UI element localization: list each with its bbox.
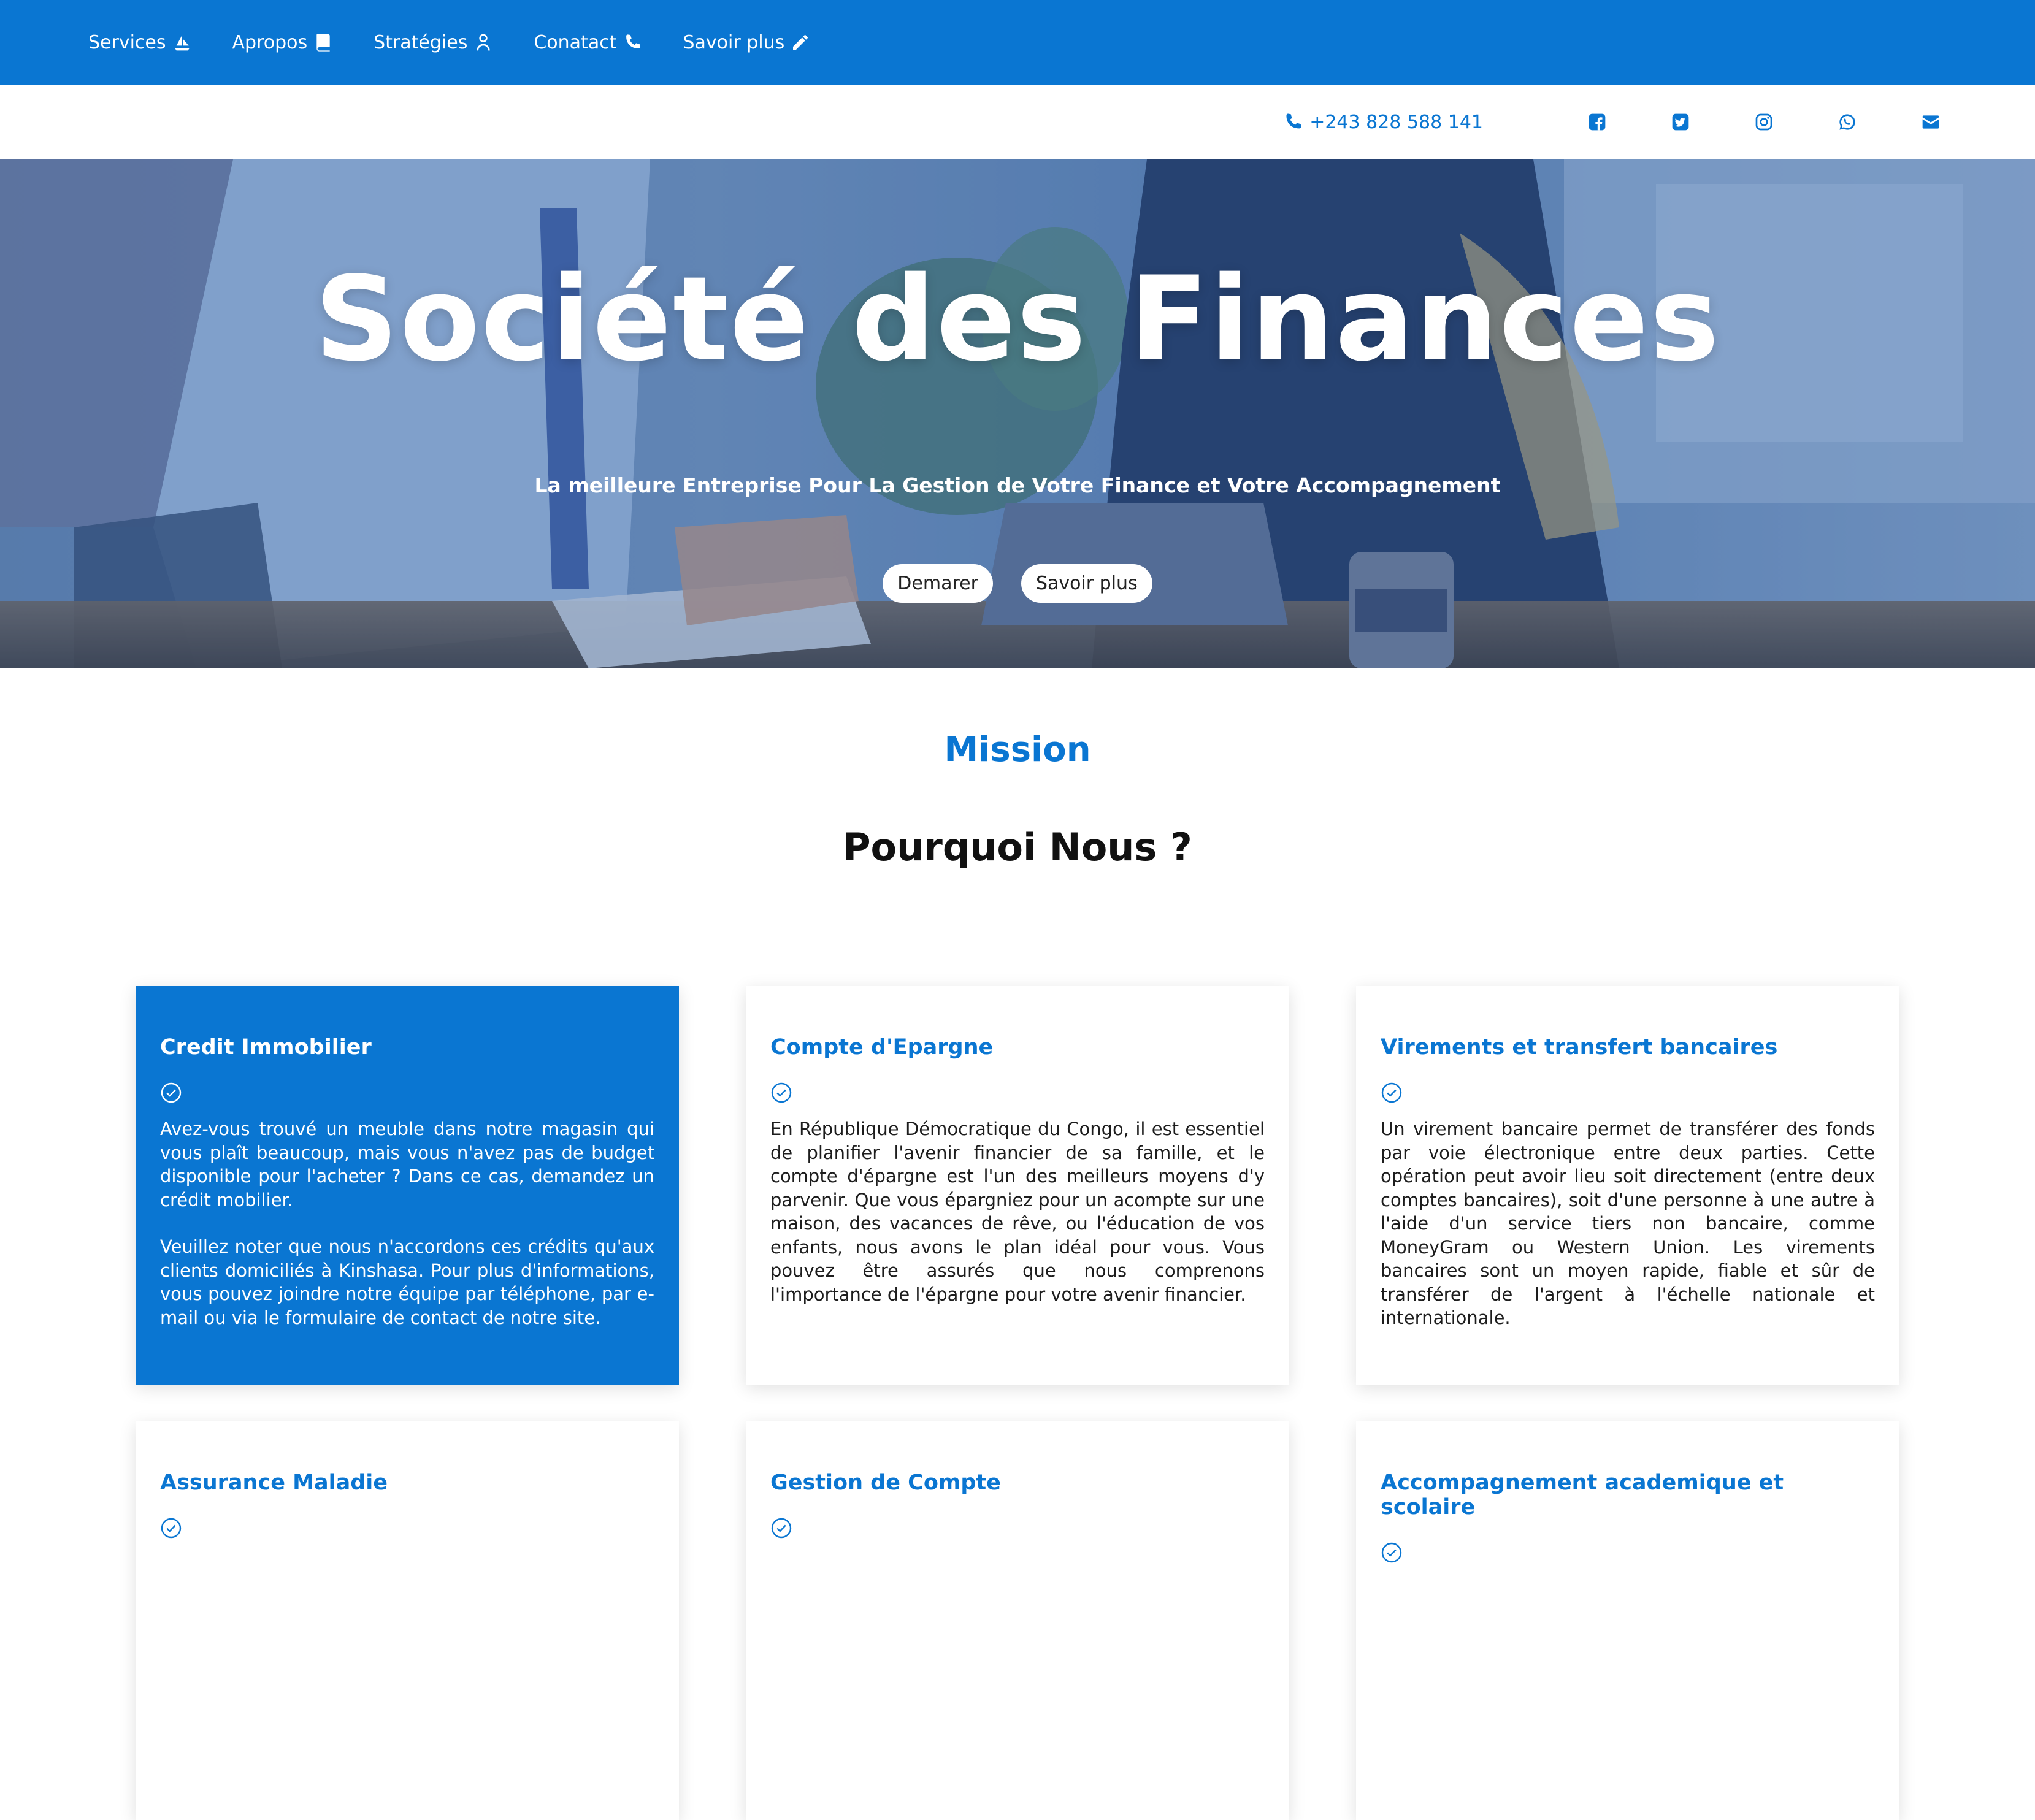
hero-content: Société des Finances La meilleure Entrep…: [0, 159, 2035, 668]
card-text: En République Démocratique du Congo, il …: [770, 1118, 1265, 1305]
nav-item-services[interactable]: Services: [88, 32, 192, 53]
nav-item-contact[interactable]: Conatact: [534, 32, 642, 53]
nav-item-label: Services: [88, 31, 166, 53]
learn-more-button[interactable]: Savoir plus: [1021, 564, 1152, 603]
check-circle-icon: [771, 1082, 792, 1103]
card-text: Avez-vous trouvé un meuble dans notre ma…: [160, 1118, 654, 1210]
phone-icon: [626, 34, 641, 48]
card-title: Compte d'Epargne: [770, 1035, 994, 1060]
section-title: Pourquoi Nous ?: [843, 825, 1192, 870]
service-card-assurance-maladie[interactable]: Assurance Maladie: [136, 1421, 679, 1820]
nav-item-apropos[interactable]: Apropos: [232, 32, 334, 53]
nav-item-strategies[interactable]: Stratégies: [374, 32, 493, 53]
section-eyebrow: Mission: [944, 730, 1091, 770]
nav-item-label: Savoir plus: [683, 31, 785, 53]
card-title: Assurance Maladie: [160, 1470, 388, 1495]
hero-subtitle: La meilleure Entreprise Pour La Gestion …: [534, 473, 1501, 497]
check-circle-icon: [161, 1518, 182, 1539]
check-circle-icon: [1381, 1542, 1402, 1563]
card-title: Accompagnement academique et scolaire: [1381, 1470, 1784, 1520]
card-text: Veuillez noter que nous n'accordons ces …: [160, 1236, 654, 1328]
book-icon: [316, 34, 330, 52]
nav-item-label: Apropos: [232, 31, 308, 53]
twitter-link[interactable]: [1668, 110, 1693, 134]
hero-banner: Société des Finances La meilleure Entrep…: [0, 159, 2035, 668]
nav-item-label: Conatact: [534, 31, 617, 53]
service-card-gestion-compte[interactable]: Gestion de Compte: [746, 1421, 1289, 1820]
service-card-accompagnement[interactable]: Accompagnement academique et scolaire: [1356, 1421, 1899, 1820]
hero-title: Société des Finances: [314, 251, 1721, 387]
whatsapp-icon: [1839, 114, 1855, 130]
instagram-icon: [1755, 113, 1772, 131]
phone-number: +243 828 588 141: [1309, 111, 1483, 133]
check-circle-icon: [771, 1518, 792, 1539]
nav-item-label: Stratégies: [374, 31, 468, 53]
nav-item-savoir-plus[interactable]: Savoir plus: [683, 32, 810, 53]
card-title: Virements et transfert bancaires: [1381, 1035, 1778, 1060]
card-title: Gestion de Compte: [770, 1470, 1001, 1495]
service-card-credit-immobilier[interactable]: Credit Immobilier Avez-vous trouvé un me…: [136, 986, 679, 1385]
ship-icon: [174, 35, 190, 51]
check-circle-icon: [1381, 1082, 1402, 1103]
envelope-icon: [1922, 115, 1939, 129]
hero-buttons: Demarer Savoir plus: [0, 564, 2035, 603]
check-circle-icon: [161, 1082, 182, 1103]
service-card-compte-epargne[interactable]: Compte d'Epargne En République Démocrati…: [746, 986, 1289, 1385]
phone-link[interactable]: +243 828 588 141: [1282, 112, 1483, 133]
facebook-link[interactable]: [1585, 110, 1609, 134]
service-card-virements[interactable]: Virements et transfert bancaires Un vire…: [1356, 986, 1899, 1385]
card-title: Credit Immobilier: [160, 1035, 372, 1060]
phone-icon: [1286, 113, 1301, 129]
instagram-link[interactable]: [1752, 110, 1776, 134]
user-icon: [477, 34, 491, 51]
email-link[interactable]: [1918, 110, 1943, 134]
top-navigation: Services Apropos Stratégies Conatact Sav…: [0, 0, 2035, 85]
whatsapp-link[interactable]: [1835, 110, 1860, 134]
twitter-icon: [1672, 113, 1689, 131]
facebook-icon: [1589, 113, 1606, 131]
pencil-icon: [793, 35, 808, 50]
services-grid: Credit Immobilier Avez-vous trouvé un me…: [136, 986, 1899, 1820]
start-button[interactable]: Demarer: [883, 564, 993, 603]
contact-bar: +243 828 588 141: [0, 85, 2035, 159]
card-text: Un virement bancaire permet de transfére…: [1381, 1118, 1875, 1328]
